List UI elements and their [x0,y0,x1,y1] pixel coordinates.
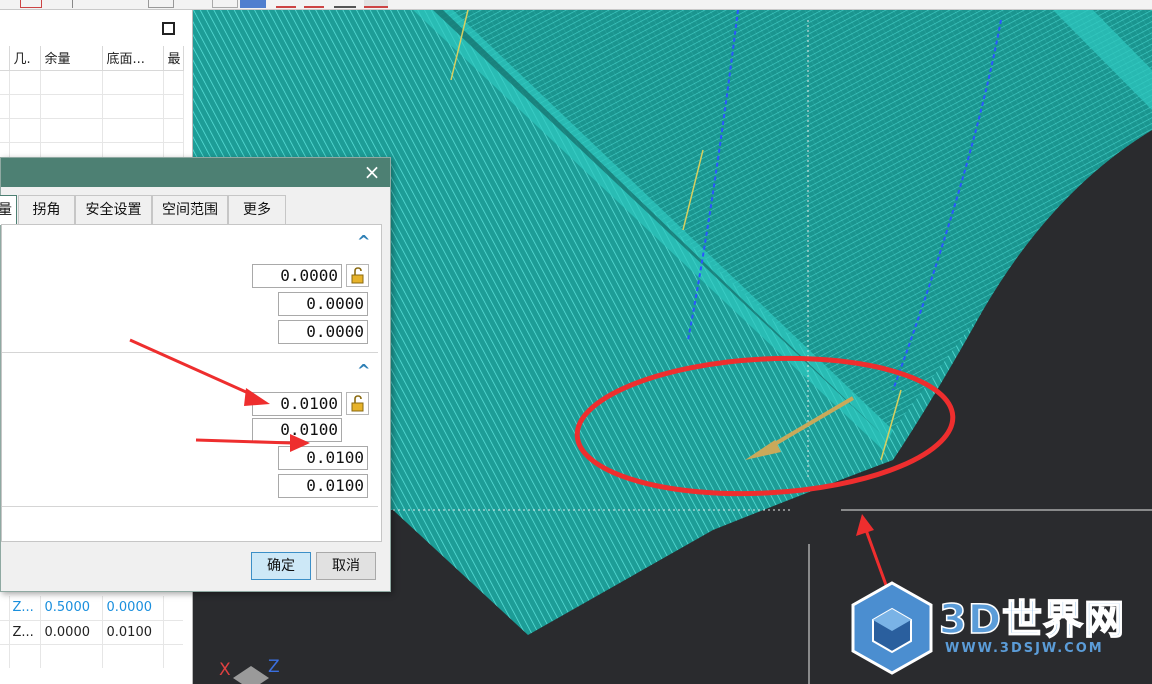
table-cell: 0.0000 [40,620,103,645]
table-row[interactable] [0,70,184,95]
tolerance-field[interactable]: 0.0100 [252,418,342,442]
table-row[interactable]: Z... 0.5000 0.0000 [0,596,183,621]
table-cell: 0.0100 [102,620,164,645]
table-header-row: 几. 余量 底面... 最 [0,46,184,71]
tab-corner[interactable]: 拐角 [18,195,75,225]
table-cell: Z... [9,620,41,645]
tolerance-field[interactable]: 0.0100 [278,474,368,498]
tab-safety-settings[interactable]: 安全设置 [75,195,152,225]
tab-strip: 量 拐角 安全设置 空间范围 更多 [0,195,390,225]
group-divider [2,506,378,507]
collapse-icon[interactable]: ^ [357,234,371,250]
toolbar-icon[interactable] [72,0,82,8]
dialog-titlebar[interactable]: × [1,158,390,187]
axis-x-label: X [219,660,231,680]
tab-panel: ^ 0.0000 0.0000 0.0000 ^ 0.0100 0.0100 0… [1,224,382,542]
operation-table: 几. 余量 底面... 最 [0,46,184,167]
toolbar-icon[interactable] [364,0,388,8]
collapse-icon[interactable]: ^ [357,363,371,379]
table-cell: Z... [9,596,41,621]
column-header[interactable]: 底面... [102,46,164,71]
toolpath-parameters-dialog: × 量 拐角 安全设置 空间范围 更多 ^ 0.0000 0.0000 0.00… [0,157,391,592]
toolbar-icon[interactable] [276,0,296,8]
group-divider [2,352,378,353]
toolbar-icon[interactable] [334,0,356,8]
axis-z-label: Z [268,657,280,677]
table-row[interactable] [0,94,184,119]
column-header[interactable]: 余量 [40,46,103,71]
watermark: 3D世界网 WWW.3DSJW.COM [849,581,1149,681]
table-cell: 0.5000 [40,596,103,621]
tab-allowance[interactable]: 量 [0,195,17,225]
tab-spatial-range[interactable]: 空间范围 [152,195,228,225]
tolerance-field[interactable]: 0.0100 [252,392,342,416]
allowance-field[interactable]: 0.0000 [278,292,368,316]
table-row[interactable] [0,644,183,668]
allowance-field[interactable]: 0.0000 [252,264,342,288]
axis-triad [233,666,269,684]
tolerance-field[interactable]: 0.0100 [278,446,368,470]
lock-icon[interactable] [346,392,369,415]
toolbar-icon[interactable] [148,0,174,8]
toolbar-icon[interactable] [212,0,238,8]
column-header[interactable]: 最 [163,46,184,71]
cancel-button[interactable]: 取消 [316,552,376,580]
watermark-title: 3D世界网 [938,596,1126,644]
maximize-icon[interactable] [162,22,175,35]
app-window: 几. 余量 底面... 最 Z... 0.5000 0.0000 Z... 0.… [0,0,1152,684]
tab-more[interactable]: 更多 [228,195,286,225]
close-icon[interactable]: × [362,161,382,183]
toolbar-icon[interactable] [304,0,324,8]
table-cell: 0.0000 [102,596,164,621]
toolbar-icon[interactable] [20,0,42,8]
ok-button[interactable]: 确定 [251,552,311,580]
top-toolbar [0,0,1152,10]
watermark-logo-icon [851,581,933,675]
table-row[interactable] [0,118,184,143]
shaded-view-icon[interactable] [240,0,266,8]
operation-table-bottom: Z... 0.5000 0.0000 Z... 0.0000 0.0100 [0,596,183,668]
column-header[interactable] [0,46,10,71]
lock-icon[interactable] [346,264,369,287]
column-header[interactable]: 几. [9,46,41,71]
watermark-url: WWW.3DSJW.COM [945,641,1104,656]
allowance-field[interactable]: 0.0000 [278,320,368,344]
dialog-body: 量 拐角 安全设置 空间范围 更多 ^ 0.0000 0.0000 0.0000… [0,187,390,591]
table-row[interactable]: Z... 0.0000 0.0100 [0,620,183,645]
